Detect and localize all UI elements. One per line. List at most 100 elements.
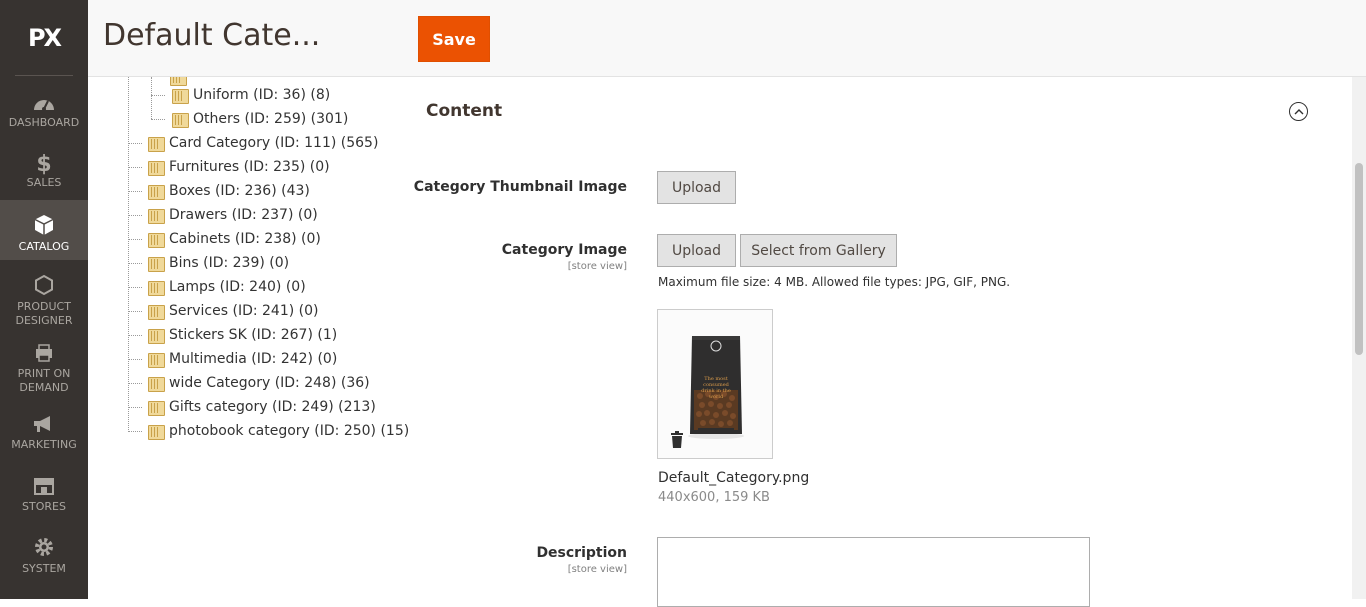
tree-node-label: Uniform (ID: 36) (8) — [193, 87, 331, 103]
store-icon — [32, 474, 56, 496]
folder-icon — [148, 232, 165, 248]
store-view-scope: [store view] — [567, 261, 627, 272]
nav-print-on-demand[interactable]: PRINT ON DEMAND — [0, 343, 88, 394]
gear-icon — [33, 536, 55, 558]
tree-node-label: Drawers (ID: 237) (0) — [169, 207, 318, 223]
folder-icon — [172, 88, 189, 104]
tree-node[interactable]: Others (ID: 259) (301) — [172, 107, 348, 131]
nav-label: PRINT ON — [17, 367, 71, 380]
tree-node-label: Bins (ID: 239) (0) — [169, 255, 290, 271]
tree-line — [128, 239, 142, 240]
nav-label: PRODUCT — [17, 300, 71, 313]
dollar-icon: $ — [36, 152, 52, 177]
tree-node[interactable]: Gifts category (ID: 249) (213) — [148, 395, 376, 419]
tree-node-label: Lamps (ID: 240) (0) — [169, 279, 306, 295]
category-tree: Uniform (ID: 36) (8) Others (ID: 259) (3… — [88, 77, 408, 599]
tree-line — [128, 311, 142, 312]
nav-label: SALES — [26, 176, 62, 189]
folder-icon — [148, 184, 165, 200]
scrollbar-thumb[interactable] — [1355, 163, 1363, 355]
tree-line — [128, 431, 142, 432]
folder-icon — [148, 400, 165, 416]
nav-label: DEMAND — [19, 381, 69, 394]
nav-label: CATALOG — [18, 240, 70, 253]
tree-line — [151, 95, 165, 96]
file-name[interactable]: Default_Category.png — [658, 470, 809, 486]
tree-node-label: photobook category (ID: 250) (15) — [169, 423, 408, 439]
tree-node-label: Stickers SK (ID: 267) (1) — [169, 327, 338, 343]
nav-stores[interactable]: STORES — [0, 474, 88, 514]
tree-line — [151, 77, 152, 119]
nav-product-designer[interactable]: PRODUCT DESIGNER — [0, 274, 88, 327]
nav-marketing[interactable]: MARKETING — [0, 412, 88, 452]
nav-system[interactable]: SYSTEM — [0, 536, 88, 576]
nav-dashboard[interactable]: DASHBOARD — [0, 90, 88, 130]
tree-node-label: Card Category (ID: 111) (565) — [169, 135, 379, 151]
tree-line — [128, 167, 142, 168]
tree-node-label: Cabinets (ID: 238) (0) — [169, 231, 321, 247]
hexagon-icon — [34, 274, 54, 296]
select-gallery-button[interactable]: Select from Gallery — [740, 234, 897, 267]
printer-icon — [34, 343, 54, 363]
tree-node[interactable]: Bins (ID: 239) (0) — [148, 251, 289, 275]
tree-node-label: Multimedia (ID: 242) (0) — [169, 351, 338, 367]
page-title: Default Cate... — [103, 18, 321, 53]
tree-node[interactable]: Stickers SK (ID: 267) (1) — [148, 323, 337, 347]
tree-node[interactable]: Multimedia (ID: 242) (0) — [148, 347, 337, 371]
folder-icon — [148, 136, 165, 152]
file-size-note: Maximum file size: 4 MB. Allowed file ty… — [658, 275, 1011, 289]
tree-line — [128, 335, 142, 336]
nav-catalog[interactable]: CATALOG — [0, 200, 88, 260]
folder-icon — [148, 256, 165, 272]
tree-node[interactable]: Cabinets (ID: 238) (0) — [148, 227, 321, 251]
tree-node[interactable]: photobook category (ID: 250) (15) — [148, 419, 408, 443]
tree-node[interactable]: Lamps (ID: 240) (0) — [148, 275, 306, 299]
tree-line — [128, 359, 142, 360]
tree-node-label: Others (ID: 259) (301) — [193, 111, 349, 127]
page-header: Default Cate... Save — [88, 0, 1366, 77]
thumbnail-label: Category Thumbnail Image — [413, 179, 627, 195]
chevron-up-icon[interactable] — [1289, 102, 1308, 121]
upload-thumbnail-button[interactable]: Upload — [657, 171, 736, 204]
folder-icon — [148, 280, 165, 296]
tree-node-label: Furnitures (ID: 235) (0) — [169, 159, 330, 175]
megaphone-icon — [32, 412, 56, 434]
tree-line — [128, 215, 142, 216]
nav-label: DESIGNER — [15, 314, 73, 327]
folder-icon — [148, 328, 165, 344]
tree-node[interactable]: Drawers (ID: 237) (0) — [148, 203, 318, 227]
description-editor[interactable] — [657, 537, 1090, 607]
trash-icon[interactable] — [669, 431, 685, 453]
tree-node[interactable]: Services (ID: 241) (0) — [148, 299, 319, 323]
file-meta: 440x600, 159 KB — [658, 490, 770, 505]
tree-node[interactable]: Card Category (ID: 111) (565) — [148, 131, 378, 155]
tree-line — [128, 287, 142, 288]
tree-node-label: Gifts category (ID: 249) (213) — [169, 399, 376, 415]
tree-node[interactable]: wide Category (ID: 248) (36) — [148, 371, 370, 395]
tree-line — [128, 191, 142, 192]
logo-text: PX — [27, 23, 62, 52]
folder-icon — [172, 112, 189, 128]
dashboard-icon — [32, 90, 56, 112]
folder-icon — [148, 352, 165, 368]
nav-label: DASHBOARD — [8, 116, 80, 129]
save-button[interactable]: Save — [418, 16, 490, 62]
image-preview[interactable]: The most consumed drink in the world — [657, 309, 773, 459]
category-image-label: Category Image — [501, 242, 627, 258]
logo[interactable]: PX — [0, 0, 88, 75]
section-title[interactable]: Content — [426, 101, 502, 121]
tree-node[interactable]: Uniform (ID: 36) (8) — [172, 83, 330, 107]
description-label: Description — [536, 545, 627, 561]
tree-node-label: wide Category (ID: 248) (36) — [169, 375, 370, 391]
nav-label: STORES — [22, 500, 66, 513]
nav-sales[interactable]: $ SALES — [0, 150, 88, 190]
tree-node-label: Boxes (ID: 236) (43) — [169, 183, 310, 199]
upload-image-button[interactable]: Upload — [657, 234, 736, 267]
tree-node[interactable]: Boxes (ID: 236) (43) — [148, 179, 310, 203]
nav-label: SYSTEM — [22, 562, 66, 575]
tree-node[interactable]: Furnitures (ID: 235) (0) — [148, 155, 330, 179]
nav-label: MARKETING — [11, 438, 77, 451]
tree-line — [128, 383, 142, 384]
folder-icon — [148, 160, 165, 176]
store-view-scope: [store view] — [567, 564, 627, 575]
